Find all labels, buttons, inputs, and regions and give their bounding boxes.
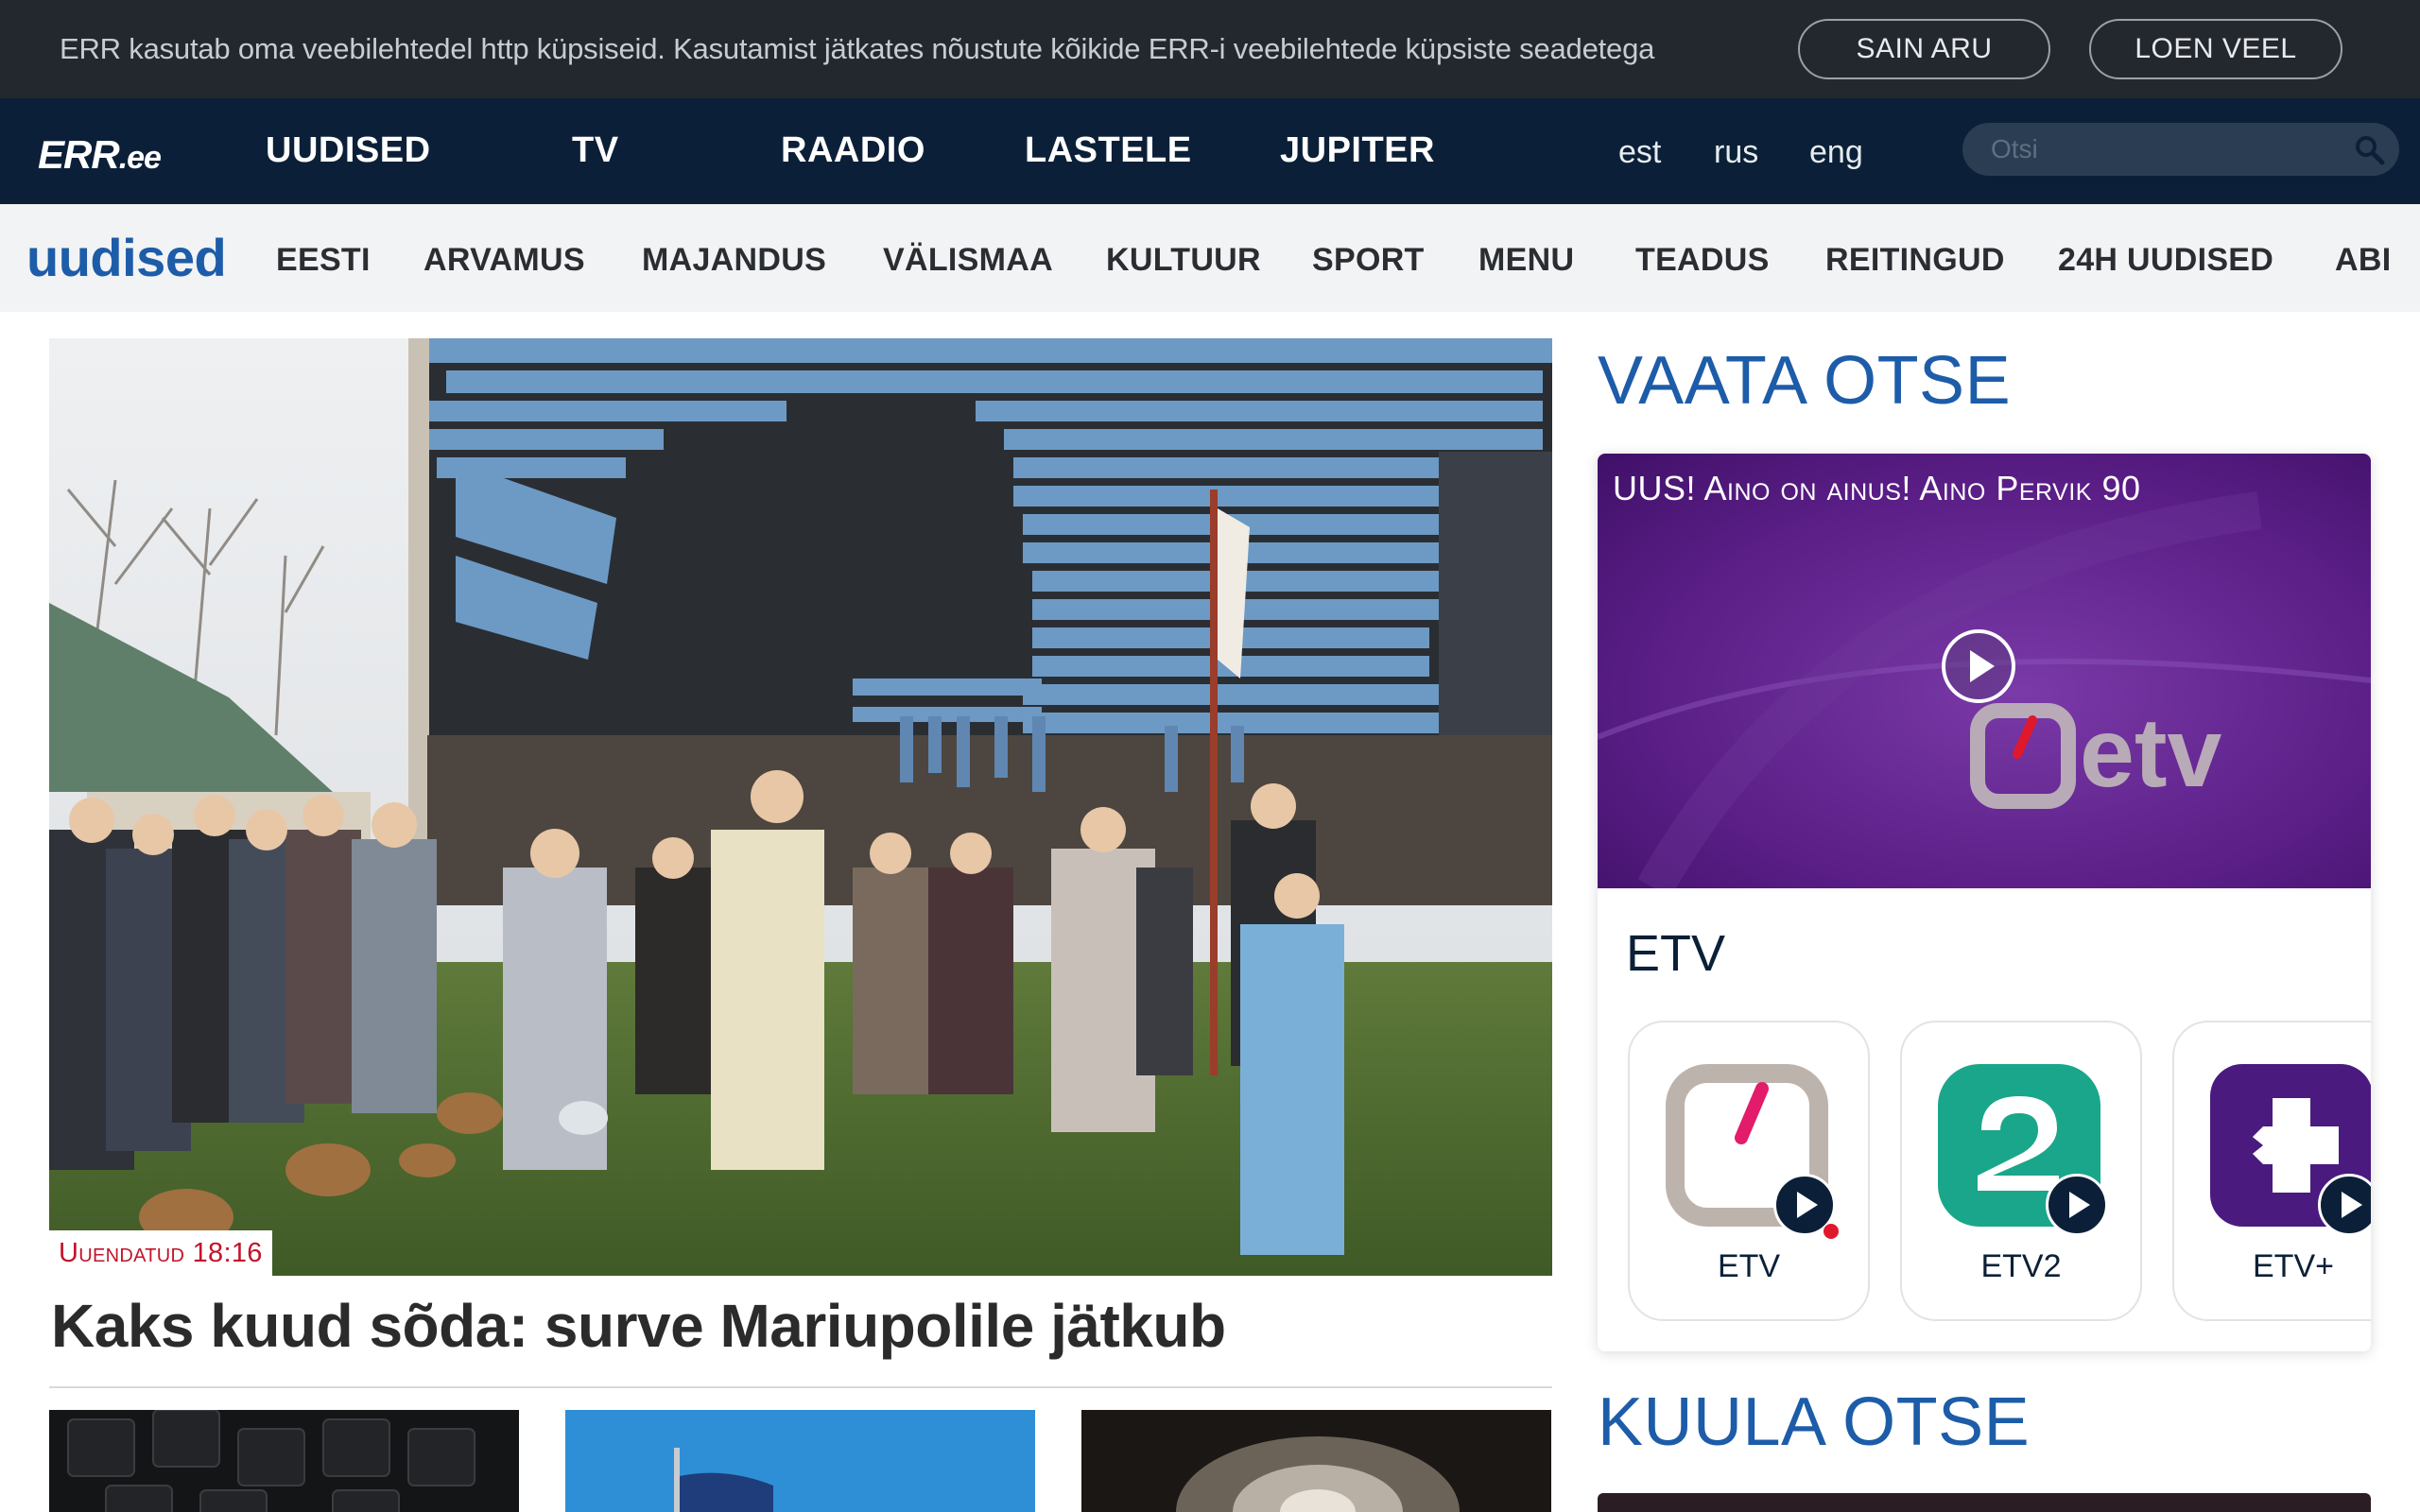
article-thumbnail-lamp[interactable] bbox=[1081, 1410, 1551, 1512]
section-item-24h-uudised[interactable]: 24H UUDISED bbox=[2058, 242, 2273, 279]
play-icon bbox=[2342, 1192, 2362, 1218]
nav-item-tv[interactable]: TV bbox=[572, 130, 619, 171]
search-box bbox=[1962, 123, 2399, 176]
channel-label-etvplus: ETV+ bbox=[2253, 1248, 2334, 1284]
logo-suffix: .ee bbox=[118, 140, 162, 176]
etv-watermark: etv bbox=[2080, 698, 2221, 808]
section-brand[interactable]: uudised bbox=[26, 227, 227, 288]
channel-tile-etv2[interactable]: ETV2 bbox=[1900, 1021, 2142, 1321]
logo-text: ERR bbox=[38, 132, 120, 177]
lamp-photo bbox=[1081, 1410, 1551, 1512]
section-item-majandus[interactable]: MAJANDUS bbox=[642, 242, 826, 279]
section-item-sport[interactable]: SPORT bbox=[1312, 242, 1425, 279]
section-item-valismaa[interactable]: VÄLISMAA bbox=[883, 242, 1053, 279]
section-item-menu[interactable]: MENU bbox=[1478, 242, 1574, 279]
section-item-teadus[interactable]: TEADUS bbox=[1635, 242, 1770, 279]
section-item-abi[interactable]: ABI bbox=[2335, 242, 2391, 279]
channel-tile-etv[interactable]: ETV bbox=[1628, 1021, 1870, 1321]
section-item-arvamus[interactable]: ARVAMUS bbox=[424, 242, 585, 279]
nav-item-lastele[interactable]: LASTELE bbox=[1025, 130, 1192, 171]
play-icon bbox=[1970, 650, 1995, 682]
hero-photo bbox=[49, 338, 1552, 1276]
etv2-play-button[interactable] bbox=[2046, 1174, 2108, 1236]
section-item-reitingud[interactable]: REITINGUD bbox=[1825, 242, 2005, 279]
cookie-accept-button[interactable]: SAIN ARU bbox=[1798, 19, 2050, 79]
nav-item-jupiter[interactable]: JUPITER bbox=[1280, 130, 1435, 171]
play-button[interactable] bbox=[1942, 629, 2015, 703]
watch-live-title: VAATA OTSE bbox=[1598, 343, 2012, 419]
channel-tile-etvplus[interactable]: ETV+ bbox=[2172, 1021, 2371, 1321]
channel-label-etv: ETV bbox=[1717, 1248, 1781, 1284]
lang-est[interactable]: est bbox=[1618, 134, 1661, 171]
search-input[interactable] bbox=[1991, 131, 2350, 167]
search-icon[interactable] bbox=[2354, 134, 2386, 166]
channel-label-etv2: ETV2 bbox=[1980, 1248, 2062, 1284]
channel-group-title: ETV bbox=[1626, 925, 1726, 982]
live-tv-card: etv UUS! Aino on ainus! Aino Pervik 90 E… bbox=[1598, 454, 2371, 1351]
nav-item-raadio[interactable]: RAADIO bbox=[781, 130, 925, 171]
section-navigation: uudised EESTI ARVAMUS MAJANDUS VÄLISMAA … bbox=[0, 204, 2420, 312]
lang-rus[interactable]: rus bbox=[1714, 134, 1758, 171]
article-thumbnail-keyboard[interactable] bbox=[49, 1410, 519, 1512]
hero-article-image[interactable] bbox=[49, 338, 1552, 1276]
live-program-caption: UUS! Aino on ainus! Aino Pervik 90 bbox=[1613, 469, 2141, 507]
live-indicator-dot bbox=[1824, 1224, 1839, 1239]
main-navigation: ERR .ee UUDISED TV RAADIO LASTELE JUPITER… bbox=[0, 98, 2420, 204]
hero-headline[interactable]: Kaks kuud sõda: surve Mariupolile jätkub bbox=[51, 1291, 1226, 1361]
section-item-eesti[interactable]: EESTI bbox=[276, 242, 371, 279]
flag-photo bbox=[565, 1410, 1035, 1512]
cookie-banner: ERR kasutab oma veebilehtedel http küpsi… bbox=[0, 0, 2420, 98]
cookie-message: ERR kasutab oma veebilehtedel http küpsi… bbox=[60, 32, 1655, 65]
hero-divider bbox=[49, 1386, 1552, 1388]
cookie-read-more-button[interactable]: LOEN VEEL bbox=[2089, 19, 2342, 79]
play-icon bbox=[2069, 1192, 2090, 1218]
keyboard-photo bbox=[49, 1410, 519, 1512]
listen-live-title: KUULA OTSE bbox=[1598, 1384, 2031, 1460]
etvplus-play-button[interactable] bbox=[2318, 1174, 2371, 1236]
radio-player-preview[interactable] bbox=[1598, 1493, 2371, 1512]
err-logo[interactable]: ERR .ee bbox=[38, 132, 162, 178]
nav-item-uudised[interactable]: UUDISED bbox=[266, 130, 431, 171]
section-item-kultuur[interactable]: KULTUUR bbox=[1106, 242, 1261, 279]
article-thumbnail-flag[interactable] bbox=[565, 1410, 1035, 1512]
updated-badge: Uuendatud 18:16 bbox=[49, 1230, 272, 1276]
live-video-player[interactable]: etv UUS! Aino on ainus! Aino Pervik 90 bbox=[1598, 454, 2371, 888]
lang-eng[interactable]: eng bbox=[1809, 134, 1863, 171]
